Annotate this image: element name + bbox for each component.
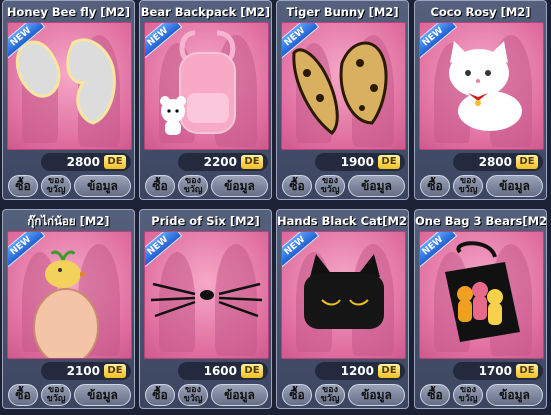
button-row: ซื้อ ของ ขวัญ ข้อมูล bbox=[8, 384, 131, 406]
item-price: 1700 bbox=[478, 364, 512, 378]
button-row: ซื้อ ของ ขวัญ ข้อมูล bbox=[420, 384, 543, 406]
item-preview[interactable]: NEW bbox=[281, 22, 406, 150]
gift-button[interactable]: ของ ขวัญ bbox=[453, 175, 483, 197]
currency-badge: DE bbox=[516, 364, 538, 378]
item-price: 1200 bbox=[340, 364, 374, 378]
button-row: ซื้อ ของ ขวัญ ข้อมูล bbox=[145, 384, 268, 406]
item-name: Tiger Bunny [M2] bbox=[286, 5, 399, 19]
item-name: Pride of Six [M2] bbox=[151, 214, 260, 228]
item-name: Bear Backpack [M2] bbox=[140, 5, 271, 19]
buy-button[interactable]: ซื้อ bbox=[420, 384, 450, 406]
gift-button[interactable]: ของ ขวัญ bbox=[315, 384, 345, 406]
item-card[interactable]: Tiger Bunny [M2] NEW 1900 DE ซื้อ ของ ขว… bbox=[276, 0, 409, 200]
item-card[interactable]: กุ๊กไก่น้อย [M2] NEW 2100 DE ซื้อ ของ ขว… bbox=[2, 209, 135, 409]
button-row: ซื้อ ของ ขวัญ ข้อมูล bbox=[8, 175, 131, 197]
gift-button[interactable]: ของ ขวัญ bbox=[178, 384, 208, 406]
button-row: ซื้อ ของ ขวัญ ข้อมูล bbox=[282, 384, 405, 406]
info-button[interactable]: ข้อมูล bbox=[348, 175, 405, 197]
buy-button[interactable]: ซื้อ bbox=[282, 175, 312, 197]
gift-button[interactable]: ของ ขวัญ bbox=[178, 175, 208, 197]
item-preview[interactable]: NEW bbox=[7, 231, 132, 359]
item-name: Honey Bee fly [M2] bbox=[6, 5, 131, 19]
info-button[interactable]: ข้อมูล bbox=[211, 175, 268, 197]
item-preview[interactable]: NEW bbox=[144, 231, 269, 359]
price-row: 1200 DE bbox=[315, 362, 405, 380]
gift-button[interactable]: ของ ขวัญ bbox=[41, 384, 71, 406]
info-button[interactable]: ข้อมูล bbox=[348, 384, 405, 406]
price-row: 2100 DE bbox=[41, 362, 131, 380]
price-row: 2200 DE bbox=[178, 153, 268, 171]
item-preview[interactable]: NEW bbox=[419, 231, 544, 359]
info-button[interactable]: ข้อมูล bbox=[74, 175, 131, 197]
item-preview[interactable]: NEW bbox=[144, 22, 269, 150]
currency-badge: DE bbox=[516, 155, 538, 169]
item-name: Hands Black Cat[M2] bbox=[277, 214, 408, 228]
info-button[interactable]: ข้อมูล bbox=[486, 175, 543, 197]
price-row: 1600 DE bbox=[178, 362, 268, 380]
item-price: 2200 bbox=[203, 155, 237, 169]
info-button[interactable]: ข้อมูล bbox=[211, 384, 268, 406]
item-price: 1600 bbox=[203, 364, 237, 378]
button-row: ซื้อ ของ ขวัญ ข้อมูล bbox=[420, 175, 543, 197]
buy-button[interactable]: ซื้อ bbox=[8, 384, 38, 406]
price-row: 2800 DE bbox=[453, 153, 543, 171]
info-button[interactable]: ข้อมูล bbox=[486, 384, 543, 406]
currency-badge: DE bbox=[378, 364, 400, 378]
gift-button[interactable]: ของ ขวัญ bbox=[41, 175, 71, 197]
buy-button[interactable]: ซื้อ bbox=[145, 175, 175, 197]
info-button[interactable]: ข้อมูล bbox=[74, 384, 131, 406]
item-card[interactable]: Honey Bee fly [M2] NEW 2800 DE ซื้อ ของ … bbox=[2, 0, 135, 200]
item-price: 1900 bbox=[340, 155, 374, 169]
button-row: ซื้อ ของ ขวัญ ข้อมูล bbox=[282, 175, 405, 197]
item-name: กุ๊กไก่น้อย [M2] bbox=[27, 214, 110, 228]
item-preview[interactable]: NEW bbox=[281, 231, 406, 359]
currency-badge: DE bbox=[104, 155, 126, 169]
currency-badge: DE bbox=[378, 155, 400, 169]
item-preview[interactable]: NEW bbox=[7, 22, 132, 150]
currency-badge: DE bbox=[241, 364, 263, 378]
button-row: ซื้อ ของ ขวัญ ข้อมูล bbox=[145, 175, 268, 197]
price-row: 2800 DE bbox=[41, 153, 131, 171]
buy-button[interactable]: ซื้อ bbox=[8, 175, 38, 197]
buy-button[interactable]: ซื้อ bbox=[145, 384, 175, 406]
gift-button[interactable]: ของ ขวัญ bbox=[315, 175, 345, 197]
item-card[interactable]: Hands Black Cat[M2] NEW 1200 DE ซื้อ ของ… bbox=[276, 209, 409, 409]
price-row: 1900 DE bbox=[315, 153, 405, 171]
buy-button[interactable]: ซื้อ bbox=[282, 384, 312, 406]
item-card[interactable]: Pride of Six [M2] NEW 1600 DE ซื้อ ของ ข… bbox=[139, 209, 272, 409]
buy-button[interactable]: ซื้อ bbox=[420, 175, 450, 197]
item-price: 2100 bbox=[66, 364, 100, 378]
item-name: Coco Rosy [M2] bbox=[430, 5, 531, 19]
item-card[interactable]: Bear Backpack [M2] NEW 2200 DE ซื้อ ของ … bbox=[139, 0, 272, 200]
item-card[interactable]: One Bag 3 Bears[M2] NEW 1700 DE ซื้อ ของ… bbox=[414, 209, 547, 409]
item-price: 2800 bbox=[478, 155, 512, 169]
gift-button[interactable]: ของ ขวัญ bbox=[453, 384, 483, 406]
item-price: 2800 bbox=[66, 155, 100, 169]
shop-item-grid: Honey Bee fly [M2] NEW 2800 DE ซื้อ ของ … bbox=[0, 0, 551, 415]
item-card[interactable]: Coco Rosy [M2] NEW 2800 DE ซื้อ ของ ขวัญ… bbox=[414, 0, 547, 200]
item-name: One Bag 3 Bears[M2] bbox=[415, 214, 546, 228]
item-preview[interactable]: NEW bbox=[419, 22, 544, 150]
currency-badge: DE bbox=[104, 364, 126, 378]
price-row: 1700 DE bbox=[453, 362, 543, 380]
currency-badge: DE bbox=[241, 155, 263, 169]
